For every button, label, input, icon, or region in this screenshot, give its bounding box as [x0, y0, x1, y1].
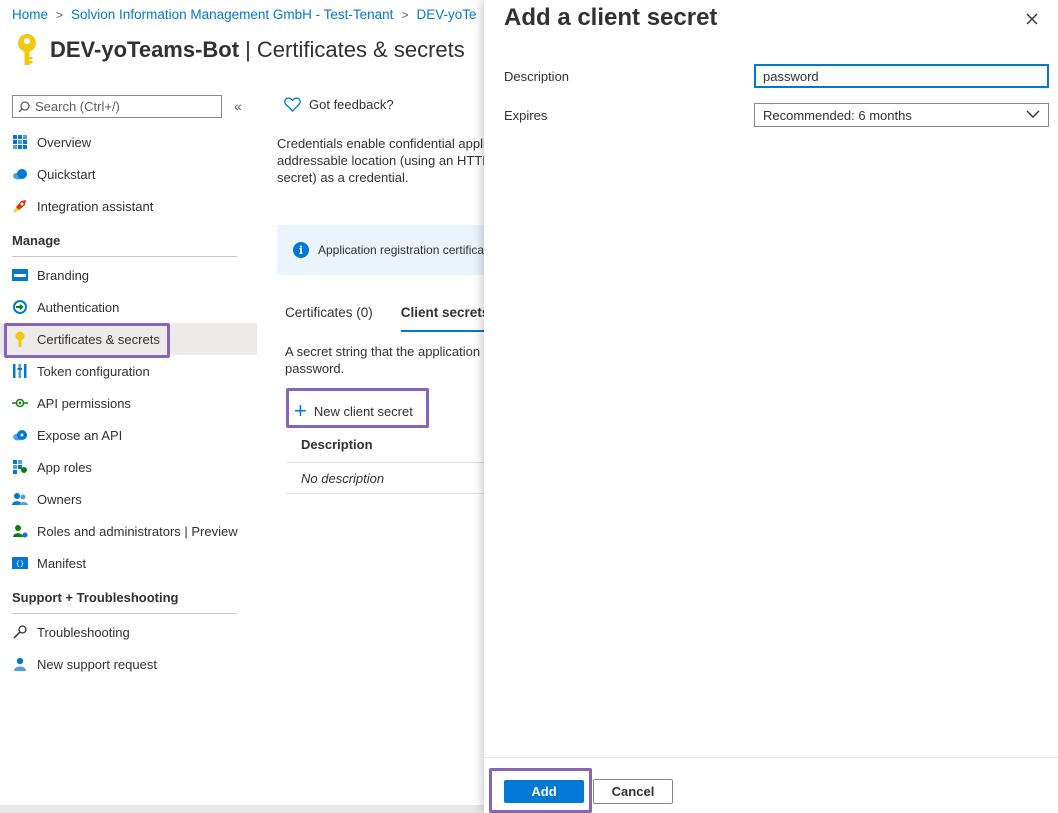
sidebar-item-app-roles[interactable]: App roles	[0, 451, 257, 483]
plus-icon: +	[294, 398, 307, 423]
sidebar-item-token-configuration[interactable]: Token configuration	[0, 355, 257, 387]
new-client-secret-button[interactable]: + New client secret	[294, 400, 413, 422]
table-header-description: Description	[286, 426, 501, 463]
chevron-right-icon: >	[56, 7, 64, 22]
description-input[interactable]: password	[754, 64, 1049, 88]
wrench-icon	[12, 624, 28, 640]
sidebar-item-label: Expose an API	[37, 427, 123, 443]
horizontal-scrollbar[interactable]	[0, 805, 484, 813]
cloud-api-icon	[12, 427, 28, 443]
sidebar-item-authentication[interactable]: Authentication	[0, 291, 257, 323]
add-client-secret-panel: Add a client secret Description password…	[484, 0, 1058, 813]
client-secret-description: A secret string that the application pas…	[285, 344, 481, 376]
key-icon	[18, 34, 36, 65]
chevron-down-icon	[1026, 110, 1040, 118]
sidebar-item-label: Authentication	[37, 299, 120, 315]
sidebar-nav: Overview Quickstart Integration assistan…	[0, 126, 257, 680]
section-heading-support: Support + Troubleshooting	[0, 579, 257, 616]
sidebar-item-overview[interactable]: Overview	[0, 126, 257, 158]
new-client-secret-label: New client secret	[313, 403, 413, 419]
feedback-button[interactable]: Got feedback?	[284, 97, 394, 112]
app-roles-icon	[12, 459, 28, 475]
sidebar-item-api-permissions[interactable]: API permissions	[0, 387, 257, 419]
search-icon	[18, 100, 30, 112]
sidebar-item-label: Branding	[37, 267, 90, 283]
sidebar-item-label: Troubleshooting	[37, 624, 130, 640]
table-row: No description	[286, 463, 501, 494]
expires-label: Expires	[504, 108, 548, 123]
svg-text:{}: {}	[16, 560, 24, 568]
panel-title: Add a client secret	[504, 4, 718, 31]
feedback-label: Got feedback?	[309, 97, 394, 112]
highlight-certificates-secrets	[4, 323, 170, 358]
description-input-value: password	[763, 68, 819, 84]
grid-icon	[12, 134, 28, 150]
sidebar-item-integration-assistant[interactable]: Integration assistant	[0, 190, 257, 222]
cancel-button[interactable]: Cancel	[593, 779, 673, 804]
sidebar-item-troubleshooting[interactable]: Troubleshooting	[0, 616, 257, 648]
page-title: | Certificates & secrets	[245, 37, 465, 62]
branding-icon	[12, 267, 28, 283]
sidebar-item-manifest[interactable]: {} Manifest	[0, 547, 257, 579]
people-icon	[12, 491, 28, 507]
sidebar-item-branding[interactable]: Branding	[0, 259, 257, 291]
search-placeholder: Search (Ctrl+/)	[35, 99, 120, 114]
sidebar-item-label: Manifest	[37, 555, 87, 571]
description-label: Description	[504, 69, 570, 84]
info-banner-text: Application registration certifica	[318, 243, 485, 257]
collapse-sidebar-button[interactable]: «	[234, 98, 242, 114]
sidebar-item-label: Roles and administrators | Preview	[37, 523, 238, 539]
breadcrumb-tenant[interactable]: Solvion Information Management GmbH - Te…	[71, 7, 393, 22]
admin-icon	[12, 523, 28, 539]
sidebar-item-label: Integration assistant	[37, 198, 154, 214]
panel-footer-divider	[484, 757, 1058, 758]
support-person-icon	[12, 656, 28, 672]
info-icon: i	[293, 242, 309, 258]
sidebar-item-label: New support request	[37, 656, 157, 672]
api-permissions-icon	[12, 395, 28, 411]
credentials-description: Credentials enable confidential appli ad…	[277, 136, 491, 185]
sidebar-item-expose-an-api[interactable]: Expose an API	[0, 419, 257, 451]
chevron-right-icon: >	[401, 7, 409, 22]
sidebar-search-input[interactable]: Search (Ctrl+/)	[12, 95, 222, 118]
expires-dropdown[interactable]: Recommended: 6 months	[754, 103, 1049, 127]
breadcrumb: Home > Solvion Information Management Gm…	[12, 7, 476, 22]
section-heading-manage: Manage	[0, 222, 257, 259]
sidebar-item-label: Token configuration	[37, 363, 150, 379]
cloud-icon	[12, 166, 28, 182]
tab-client-secrets[interactable]: Client secrets	[400, 305, 490, 332]
sidebar-item-quickstart[interactable]: Quickstart	[0, 158, 257, 190]
app-name: DEV-yoTeams-Bot	[50, 37, 240, 62]
sidebar-item-new-support-request[interactable]: New support request	[0, 648, 257, 680]
tab-certificates[interactable]: Certificates (0)	[285, 305, 373, 332]
token-bars-icon	[12, 363, 28, 379]
sidebar-item-label: Owners	[37, 491, 82, 507]
tab-bar: Certificates (0) Client secrets	[285, 305, 517, 332]
sidebar-item-label: App roles	[37, 459, 92, 475]
page-header: DEV-yoTeams-Bot | Certificates & secrets	[14, 33, 465, 67]
close-icon[interactable]	[1024, 11, 1040, 27]
breadcrumb-home[interactable]: Home	[12, 7, 48, 22]
breadcrumb-app[interactable]: DEV-yoTe	[416, 7, 476, 22]
sidebar-item-label: Overview	[37, 134, 92, 150]
sidebar-item-owners[interactable]: Owners	[0, 483, 257, 515]
rocket-icon	[12, 198, 28, 214]
sidebar-item-label: API permissions	[37, 395, 131, 411]
authentication-icon	[12, 299, 28, 315]
sidebar-item-label: Quickstart	[37, 166, 96, 182]
info-banner: i Application registration certifica	[277, 225, 497, 275]
heart-icon	[284, 97, 301, 112]
highlight-add-button	[489, 768, 592, 813]
sidebar-item-roles-administrators[interactable]: Roles and administrators | Preview	[0, 515, 257, 547]
manifest-icon: {}	[12, 555, 28, 571]
expires-selected-value: Recommended: 6 months	[763, 107, 912, 123]
